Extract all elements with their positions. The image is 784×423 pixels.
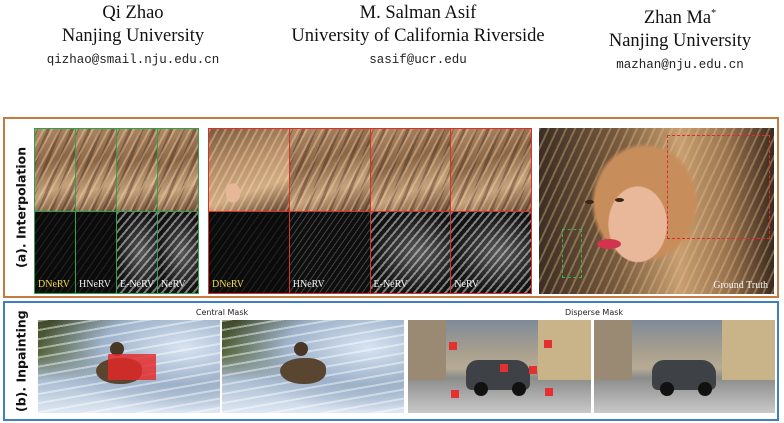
author-email[interactable]: qizhao@smail.nju.edu.cn — [20, 49, 246, 71]
error-map-dnerv-large: DNeRV — [209, 211, 289, 293]
duck-masked-image — [38, 320, 220, 413]
method-label: HNeRV — [79, 279, 111, 290]
car-masked-image — [408, 320, 591, 413]
central-mask-caption: Central Mask — [195, 308, 249, 317]
ground-truth-image: Ground Truth — [539, 128, 774, 294]
central-mask-block — [108, 354, 156, 380]
author-name: M. Salman Asif — [359, 3, 477, 23]
method-label: DNeRV — [38, 279, 70, 290]
crop-dnerv-large — [209, 129, 289, 211]
building-shape — [594, 320, 632, 380]
method-label: E-NeRV — [373, 279, 408, 290]
green-crop-box — [562, 229, 582, 278]
car-inpainted-image — [594, 320, 775, 413]
wheel-shape — [474, 382, 488, 396]
error-map-hnerv-small: HNeRV — [76, 211, 116, 293]
disperse-mask-square — [545, 388, 553, 396]
disperse-mask-square — [529, 366, 537, 374]
author-block: Qi Zhao Nanjing University qizhao@smail.… — [20, 2, 246, 71]
author-block: Zhan Ma* Nanjing University mazhan@nju.e… — [594, 2, 766, 76]
duck-head-shape — [294, 342, 308, 356]
duck-inpainted-image — [222, 320, 404, 413]
lips-shape — [597, 239, 621, 249]
building-shape — [722, 320, 775, 380]
author-name: Qi Zhao — [102, 3, 164, 23]
method-label: DNeRV — [212, 279, 244, 290]
author-affiliation: Nanjing University — [608, 31, 752, 52]
crop-enerv-small — [117, 129, 157, 211]
wheel-shape — [698, 382, 712, 396]
error-map-nerv-small: NeRV — [158, 211, 198, 293]
author-name: Zhan Ma — [643, 8, 712, 29]
disperse-mask-square — [451, 390, 459, 398]
author-email[interactable]: sasif@ucr.edu — [272, 49, 564, 71]
inpainting-panel-label: (b). Inpainting — [13, 310, 29, 412]
error-map-dnerv-small: DNeRV — [35, 211, 75, 293]
corresponding-author-mark: * — [711, 8, 717, 19]
error-map-nerv-large: NeRV — [451, 211, 531, 293]
author-affiliation: Nanjing University — [61, 26, 205, 46]
method-label: NeRV — [161, 279, 186, 290]
building-shape — [538, 320, 591, 380]
crop-enerv-large — [370, 129, 451, 211]
crop-nerv-small — [158, 129, 198, 211]
disperse-mask-square — [500, 364, 508, 372]
ground-truth-label: Ground Truth — [713, 280, 768, 291]
inpainting-panel: (b). Inpainting Central Mask Disperse Ma… — [3, 301, 779, 421]
zoomed-comparison-grid-small: DNeRV HNeRV E-NeRV NeRV — [34, 128, 199, 294]
zoomed-comparison-grid-large: DNeRV HNeRV E-NeRV NeRV — [208, 128, 532, 294]
crop-nerv-large — [451, 129, 531, 211]
disperse-mask-square — [544, 340, 552, 348]
disperse-mask-square — [449, 342, 457, 350]
error-map-enerv-small: E-NeRV — [117, 211, 157, 293]
eye-shape — [615, 198, 624, 202]
method-label: E-NeRV — [120, 279, 155, 290]
disperse-mask-caption: Disperse Mask — [564, 308, 624, 317]
interpolation-panel: (a). Interpolation DNeRV HNeRV E-NeRV Ne… — [3, 117, 779, 298]
interpolation-panel-label: (a). Interpolation — [13, 146, 29, 269]
wheel-shape — [512, 382, 526, 396]
author-email[interactable]: mazhan@nju.edu.cn — [594, 54, 766, 76]
error-map-enerv-large: E-NeRV — [370, 211, 451, 293]
red-crop-box — [667, 135, 770, 239]
building-shape — [408, 320, 446, 380]
wheel-shape — [660, 382, 674, 396]
author-block: M. Salman Asif University of California … — [272, 2, 564, 71]
method-label: NeRV — [454, 279, 480, 290]
eye-shape — [585, 200, 594, 204]
author-name-line: Zhan Ma* — [594, 2, 766, 30]
author-affiliation: University of California Riverside — [291, 26, 545, 46]
method-label: HNeRV — [292, 279, 325, 290]
crop-dnerv-small — [35, 129, 75, 211]
crop-hnerv-large — [289, 129, 370, 211]
crop-hnerv-small — [76, 129, 116, 211]
error-map-hnerv-large: HNeRV — [289, 211, 370, 293]
duck-shape — [280, 358, 326, 384]
